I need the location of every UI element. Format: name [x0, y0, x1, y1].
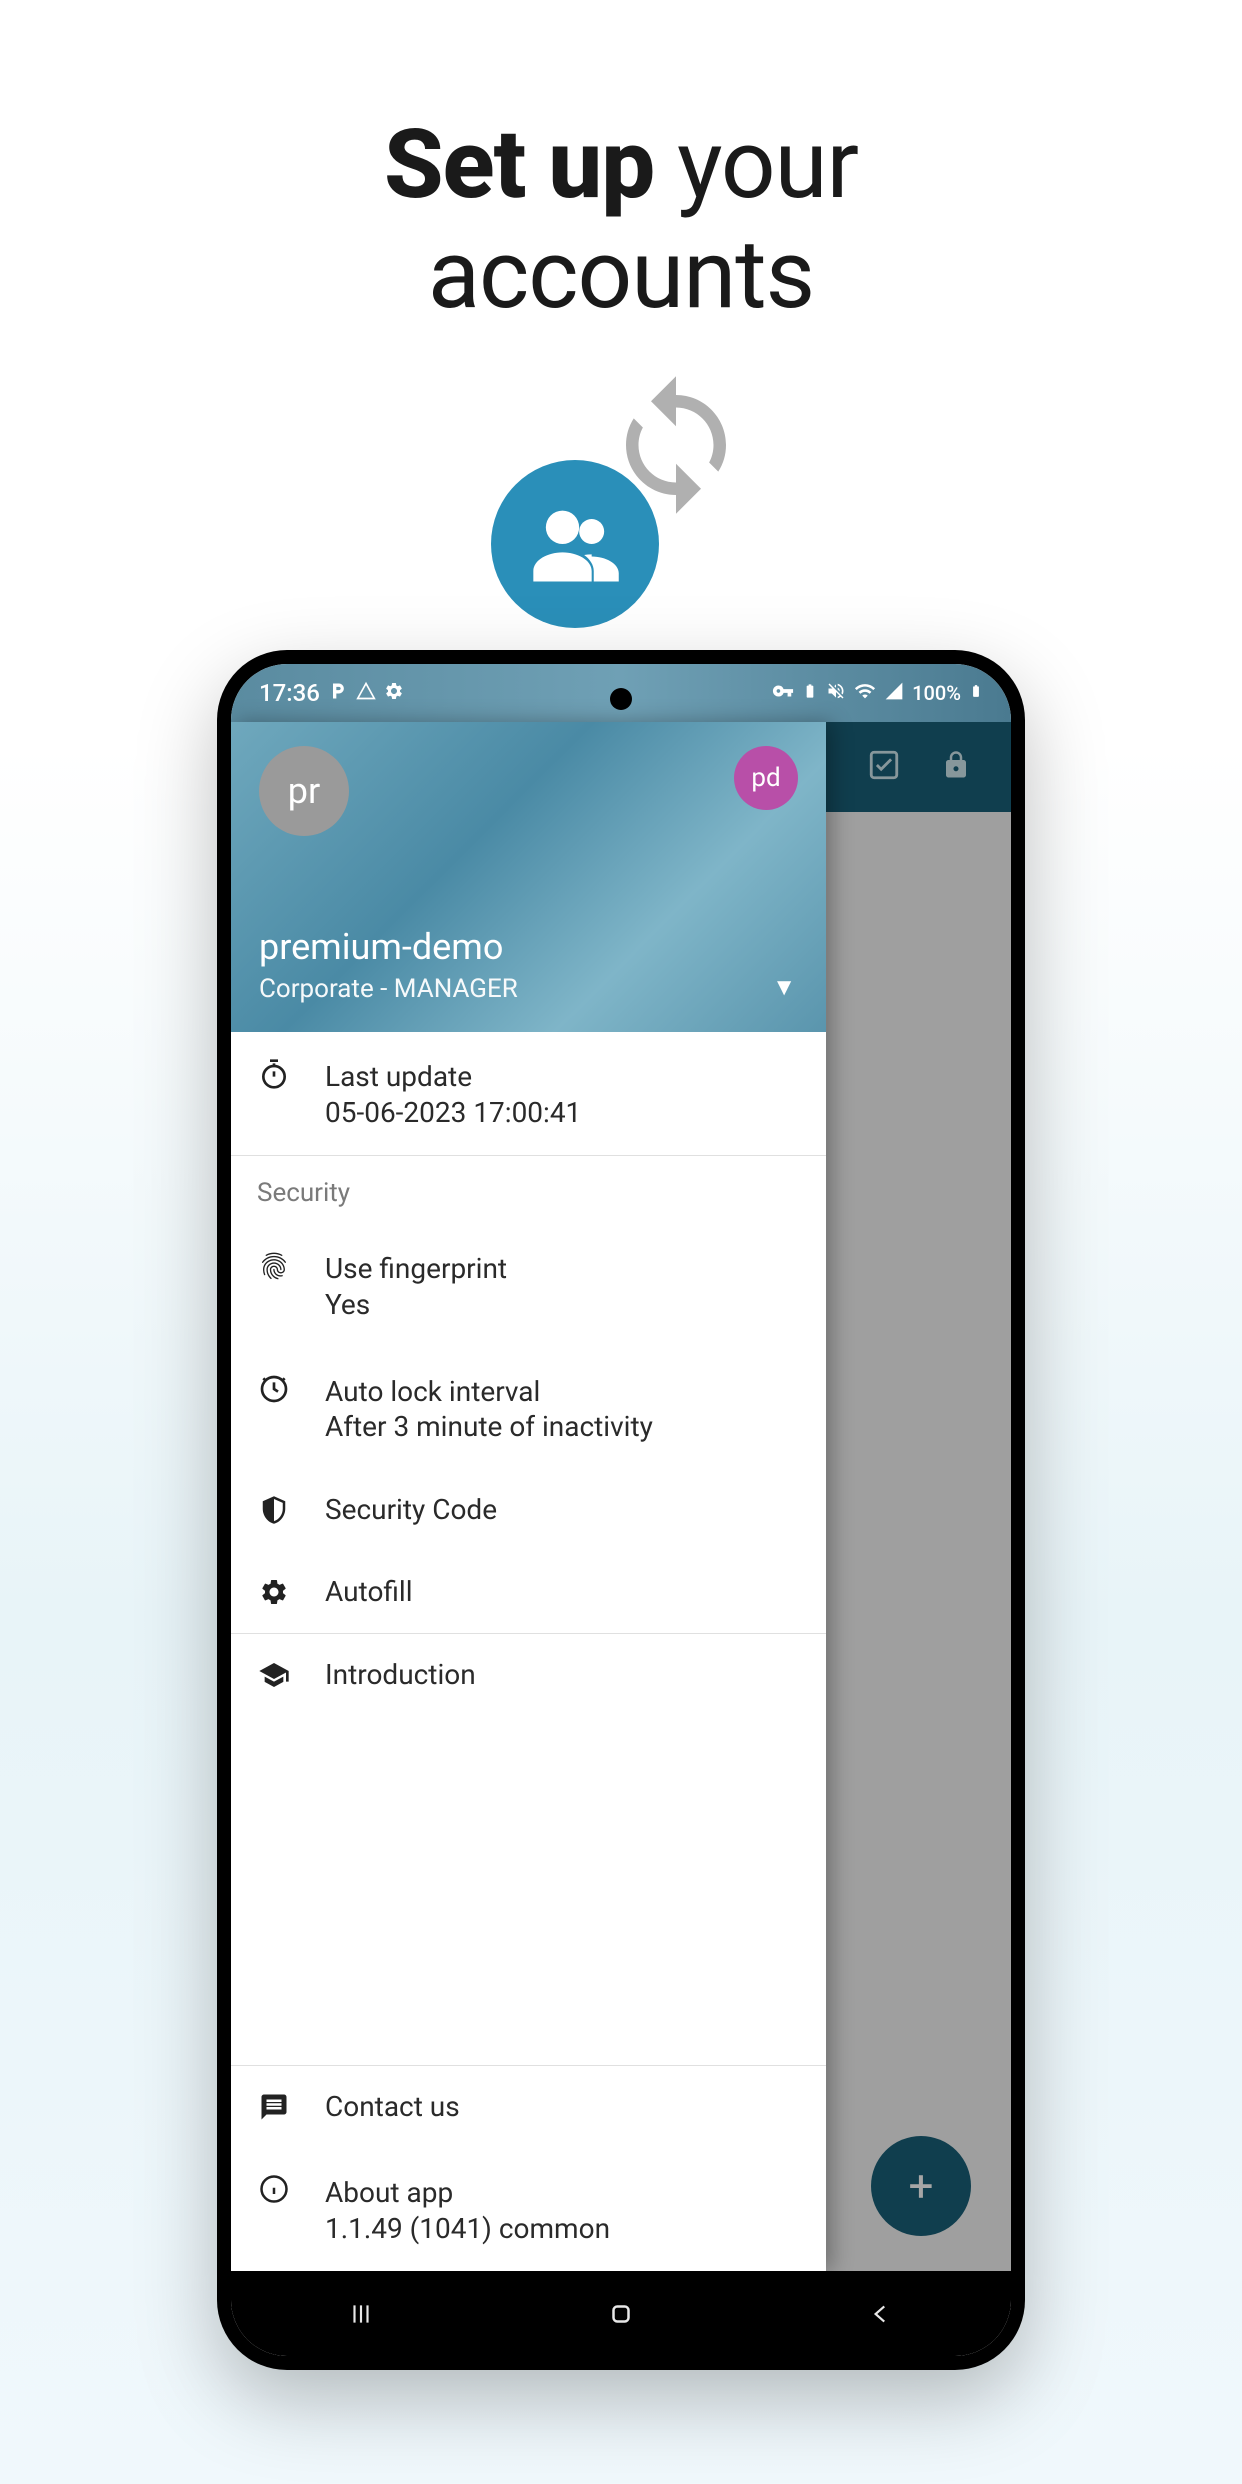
section-security: Security [231, 1156, 826, 1224]
drawer-header[interactable]: pr pd premium-demo Corporate - MANAGER ▼ [231, 722, 826, 1032]
camera-hole [610, 688, 632, 710]
account-dropdown-icon[interactable]: ▼ [772, 973, 796, 1002]
headline-bold: Set up [384, 109, 654, 221]
fingerprint-label: Use fingerprint [325, 1250, 507, 1288]
battery-icon [969, 680, 983, 707]
autolock-label: Auto lock interval [325, 1373, 653, 1411]
avatar-primary[interactable]: pr [259, 746, 349, 836]
drawer-footer: Contact us About app 1.1.49 (1041) commo… [231, 2065, 826, 2271]
account-role: Corporate - MANAGER [259, 974, 798, 1004]
about-value: 1.1.49 (1041) common [325, 2212, 610, 2245]
battery-status-icon [802, 680, 818, 707]
stopwatch-icon [257, 1058, 291, 1090]
drawer-body: Last update 05-06-2023 17:00:41 Security… [231, 1032, 826, 2271]
hero-icons [491, 370, 751, 560]
battery-percent: 100% [912, 681, 961, 705]
message-icon [257, 2092, 291, 2122]
phone-frame: 17:36 [217, 650, 1025, 2370]
drawer-item-security-code[interactable]: Security Code [231, 1469, 826, 1551]
headline-light-2: accounts [428, 219, 814, 331]
drawer-item-fingerprint[interactable]: Use fingerprint Yes [231, 1224, 826, 1347]
gear-icon [384, 679, 404, 707]
contact-label: Contact us [325, 2088, 460, 2126]
triangle-icon [356, 679, 376, 707]
drawer-item-introduction[interactable]: Introduction [231, 1634, 826, 1716]
graduation-icon [257, 1659, 291, 1691]
navigation-drawer: pr pd premium-demo Corporate - MANAGER ▼… [231, 722, 826, 2271]
vpn-key-icon [772, 680, 794, 707]
fingerprint-icon [257, 1250, 291, 1282]
security-code-label: Security Code [325, 1491, 497, 1529]
drawer-item-contact[interactable]: Contact us [231, 2066, 826, 2148]
drawer-item-autolock[interactable]: Auto lock interval After 3 minute of ina… [231, 1347, 826, 1470]
account-name: premium-demo [259, 926, 798, 968]
drawer-item-last-update[interactable]: Last update 05-06-2023 17:00:41 [231, 1032, 826, 1155]
last-update-value: 05-06-2023 17:00:41 [325, 1096, 581, 1129]
autolock-value: After 3 minute of inactivity [325, 1410, 653, 1443]
autofill-label: Autofill [325, 1573, 413, 1611]
introduction-label: Introduction [325, 1656, 476, 1694]
last-update-label: Last update [325, 1058, 581, 1096]
about-label: About app [325, 2174, 610, 2212]
info-icon [257, 2174, 291, 2204]
status-time: 17:36 [259, 679, 320, 707]
drawer-item-about[interactable]: About app 1.1.49 (1041) common [231, 2148, 826, 2271]
shield-icon [257, 1495, 291, 1525]
avatar-secondary[interactable]: pd [734, 746, 798, 810]
parking-icon [328, 679, 348, 707]
accounts-icon [491, 460, 659, 628]
mute-icon [826, 681, 846, 706]
headline-light-1: your [654, 109, 858, 221]
drawer-item-autofill[interactable]: Autofill [231, 1551, 826, 1633]
timer-icon [257, 1373, 291, 1405]
marketing-headline: Set up your accounts [0, 0, 1242, 331]
phone-screen: 17:36 [231, 664, 1011, 2356]
fingerprint-value: Yes [325, 1288, 507, 1321]
wifi-icon [854, 680, 876, 707]
home-button[interactable] [561, 2299, 681, 2329]
back-button[interactable] [821, 2301, 941, 2327]
settings-icon [257, 1577, 291, 1607]
system-navbar [231, 2271, 1011, 2356]
recents-button[interactable] [301, 2301, 421, 2327]
signal-icon [884, 681, 904, 706]
